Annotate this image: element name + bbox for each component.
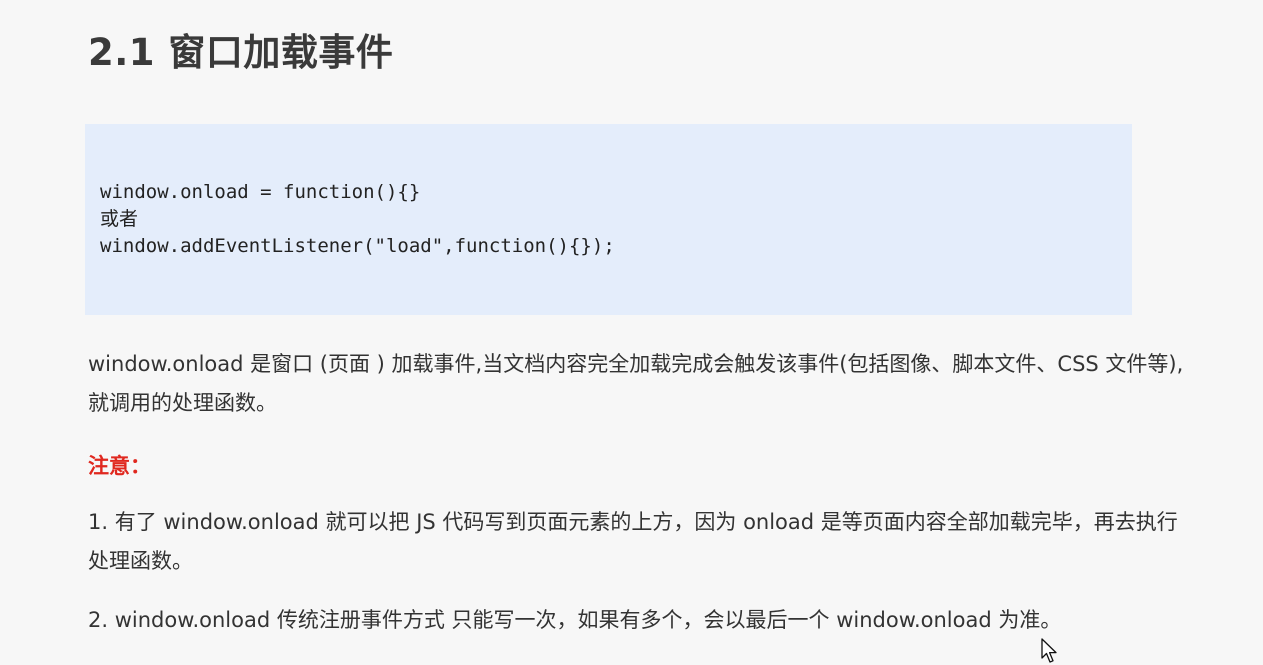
code-line-onload: window.onload = function(){} (100, 181, 421, 203)
code-line-or: 或者 (100, 208, 139, 230)
code-block: window.onload = function(){} 或者 window.a… (85, 124, 1132, 315)
note-item-1: 1. 有了 window.onload 就可以把 JS 代码写到页面元素的上方，… (88, 510, 1178, 573)
mouse-pointer-icon (1041, 638, 1057, 663)
section-title: 2.1 窗口加载事件 (88, 31, 394, 74)
code-line-addeventlistener: window.addEventListener("load",function(… (100, 235, 615, 257)
note-item-2: 2. window.onload 传统注册事件方式 只能写一次，如果有多个，会以… (88, 608, 1062, 632)
description-paragraph: window.onload 是窗口 (页面 ) 加载事件,当文档内容完全加载完成… (88, 352, 1184, 415)
note-label: 注意： (88, 454, 151, 478)
